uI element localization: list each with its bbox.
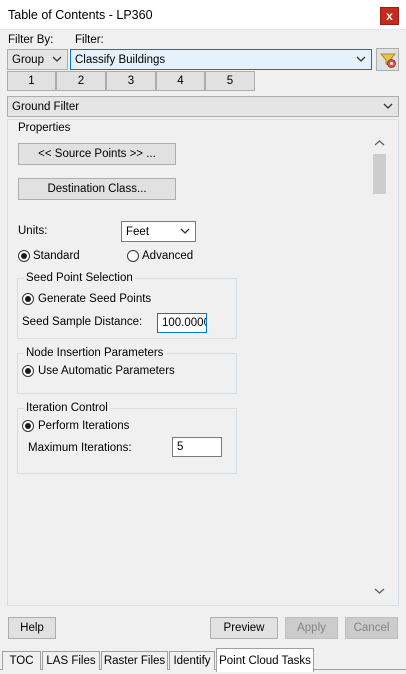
filter-select[interactable]: Classify Buildings xyxy=(70,49,372,70)
seed-legend: Seed Point Selection xyxy=(24,272,135,284)
generate-seed-radio[interactable] xyxy=(22,293,34,305)
tab-identify[interactable]: Identify xyxy=(169,651,215,670)
advanced-radio[interactable] xyxy=(127,250,139,262)
scroll-up-icon[interactable] xyxy=(374,139,385,147)
chevron-down-icon xyxy=(52,56,62,62)
tab-toc[interactable]: TOC xyxy=(2,651,41,670)
window-title: Table of Contents - LP360 xyxy=(8,8,153,22)
filter-by-label: Filter By: xyxy=(8,34,54,46)
chevron-down-icon xyxy=(383,103,393,109)
seed-distance-input[interactable]: 100.0000 xyxy=(157,313,207,333)
units-label: Units: xyxy=(18,225,48,237)
filter-by-select[interactable]: Group xyxy=(7,49,68,70)
automatic-parameters-radio[interactable] xyxy=(22,365,34,377)
perform-iterations-radio[interactable] xyxy=(22,420,34,432)
generate-seed-label: Generate Seed Points xyxy=(38,293,152,305)
node-legend: Node Insertion Parameters xyxy=(24,347,166,359)
filter-settings-button[interactable] xyxy=(376,48,399,71)
seed-distance-label: Seed Sample Distance: xyxy=(22,316,143,328)
cancel-button[interactable]: Cancel xyxy=(345,617,398,639)
filter-gear-icon xyxy=(379,53,396,68)
apply-button[interactable]: Apply xyxy=(285,617,338,639)
help-button[interactable]: Help xyxy=(8,617,56,639)
units-select[interactable]: Feet xyxy=(121,221,196,242)
automatic-parameters-label: Use Automatic Parameters xyxy=(38,365,175,377)
max-iterations-input[interactable]: 5 xyxy=(172,437,222,457)
tab-raster-files[interactable]: Raster Files xyxy=(101,651,168,670)
scrollbar-thumb[interactable] xyxy=(373,154,386,194)
source-points-button[interactable]: << Source Points >> ... xyxy=(18,143,176,165)
filter-value: Classify Buildings xyxy=(75,53,166,66)
standard-label: Standard xyxy=(33,250,80,262)
properties-scrollbar[interactable] xyxy=(371,136,388,603)
filter-label: Filter: xyxy=(75,34,104,46)
number-tab-4[interactable]: 4 xyxy=(156,71,205,91)
number-tab-3[interactable]: 3 xyxy=(106,71,156,91)
perform-iterations-label: Perform Iterations xyxy=(38,420,130,432)
tab-point-cloud-tasks[interactable]: Point Cloud Tasks xyxy=(216,648,314,672)
number-tab-5[interactable]: 5 xyxy=(205,71,255,91)
standard-radio[interactable] xyxy=(18,250,30,262)
number-tab-2[interactable]: 2 xyxy=(56,71,106,91)
scroll-down-icon[interactable] xyxy=(374,587,385,595)
number-tab-1[interactable]: 1 xyxy=(7,71,56,91)
filter-by-value: Group xyxy=(12,53,44,66)
properties-legend: Properties xyxy=(16,122,73,134)
chevron-down-icon xyxy=(180,228,190,234)
tab-las-files[interactable]: LAS Files xyxy=(42,651,100,670)
task-select-value: Ground Filter xyxy=(12,100,80,113)
preview-button[interactable]: Preview xyxy=(210,617,278,639)
destination-class-button[interactable]: Destination Class... xyxy=(18,178,176,200)
chevron-down-icon xyxy=(356,56,366,62)
units-value: Feet xyxy=(126,225,150,238)
advanced-label: Advanced xyxy=(142,250,194,262)
iteration-legend: Iteration Control xyxy=(24,402,110,414)
task-select[interactable]: Ground Filter xyxy=(7,96,399,117)
max-iterations-label: Maximum Iterations: xyxy=(28,442,132,454)
close-button[interactable]: x xyxy=(380,7,399,25)
